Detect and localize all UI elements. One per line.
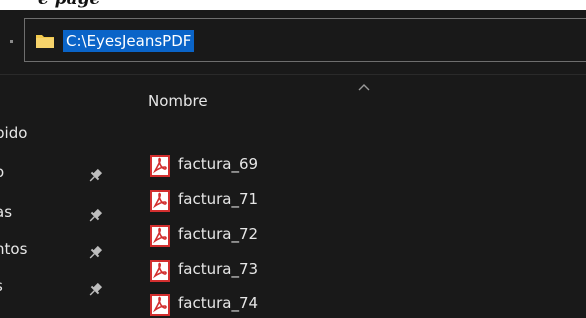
column-header-name[interactable]: Nombre [148, 92, 208, 110]
file-row[interactable]: factura_69 [148, 150, 568, 180]
nav-item-documents[interactable]: ntos [0, 236, 130, 268]
address-path-text[interactable]: C:\EyesJeansPDF [63, 30, 195, 52]
file-name: factura_74 [178, 294, 259, 312]
nav-item-label: o [0, 163, 4, 181]
file-explorer-window: C:\EyesJeansPDF pido o as [0, 10, 586, 318]
nav-chevron-fragment [10, 40, 13, 43]
pdf-file-icon [150, 190, 170, 212]
file-row[interactable]: factura_74 [148, 289, 568, 318]
folder-icon [36, 35, 54, 48]
page-caption-strip: e page [0, 0, 586, 10]
pdf-file-icon [150, 294, 170, 316]
pdf-file-icon [150, 225, 170, 247]
screenshot-page: e page C:\EyesJeansPDF pido o [0, 0, 586, 318]
address-bar[interactable]: C:\EyesJeansPDF [24, 18, 586, 62]
pin-icon[interactable] [86, 167, 104, 185]
file-row[interactable]: factura_71 [148, 185, 568, 215]
pin-icon[interactable] [86, 207, 104, 225]
page-caption: e page [38, 0, 100, 9]
address-row: C:\EyesJeansPDF [0, 10, 586, 74]
nav-item-label: pido [0, 124, 28, 142]
file-row[interactable]: factura_72 [148, 220, 568, 250]
pdf-file-icon [150, 260, 170, 282]
nav-item-downloads[interactable]: as [0, 199, 130, 231]
file-name: factura_71 [178, 190, 259, 208]
navigation-pane: pido o as [0, 75, 130, 318]
file-list-pane: Nombre factura_69 factura_71 factura_72 … [130, 75, 586, 318]
file-row[interactable]: factura_73 [148, 255, 568, 285]
nav-item-label: s [0, 277, 3, 295]
nav-item-images[interactable]: s [0, 273, 130, 305]
pdf-file-icon [150, 155, 170, 177]
pin-icon[interactable] [86, 281, 104, 299]
chevron-up-icon [358, 84, 370, 91]
nav-item-desktop[interactable]: o [0, 159, 130, 191]
nav-item-label: ntos [0, 240, 28, 258]
nav-item-quick-access[interactable]: pido [0, 120, 130, 152]
file-name: factura_73 [178, 260, 259, 278]
nav-item-label: as [0, 203, 13, 221]
file-name: factura_72 [178, 225, 259, 243]
pin-icon[interactable] [86, 244, 104, 262]
file-name: factura_69 [178, 155, 259, 173]
